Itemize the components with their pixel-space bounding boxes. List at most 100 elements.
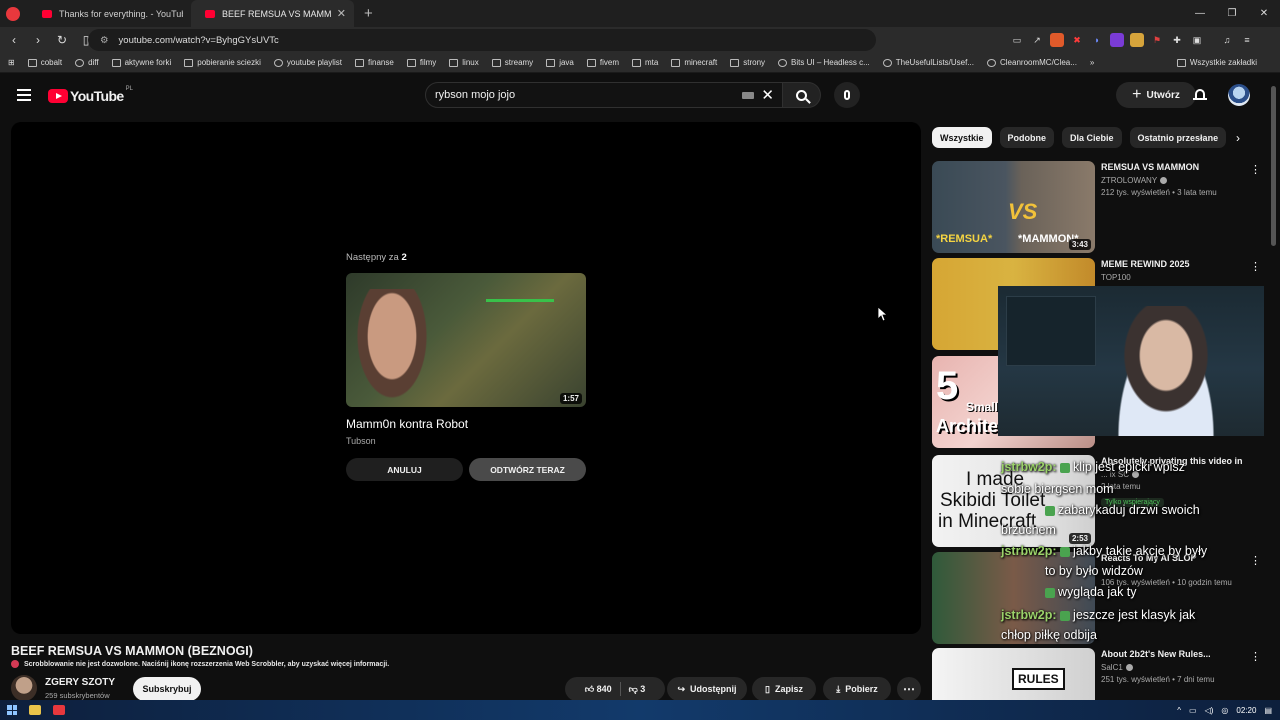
language-icon[interactable]: ◎ — [1221, 706, 1228, 715]
search-input[interactable]: rybson mojo jojo ✕ — [425, 82, 783, 108]
url-bar[interactable]: ⚙ youtube.com/watch?v=ByhgGYsUVTc — [88, 29, 876, 51]
reload-button[interactable]: ↻ — [52, 33, 72, 47]
menu-icon[interactable]: ≡ — [1240, 33, 1254, 47]
chevron-right-icon[interactable]: › — [1236, 131, 1240, 145]
bookmark-folder[interactable]: streamy — [491, 58, 533, 67]
extension-icon[interactable]: ◗ — [1090, 33, 1104, 47]
search-button[interactable] — [783, 82, 821, 108]
chip-all[interactable]: Wszystkie — [932, 127, 992, 148]
chip-recent[interactable]: Ostatnio przesłane — [1129, 127, 1227, 148]
more-options-icon[interactable]: ⋮ — [1250, 260, 1261, 273]
back-button[interactable]: ‹ — [4, 33, 24, 47]
save-button[interactable]: ▯ Zapisz — [752, 677, 816, 701]
folder-icon — [1176, 58, 1186, 67]
more-options-icon[interactable]: ⋮ — [1250, 554, 1261, 567]
bookmark-folder[interactable]: strony — [730, 58, 765, 67]
subscriber-count: 259 subskrybentów — [45, 691, 110, 700]
voice-search-button[interactable] — [834, 82, 860, 108]
extension-icon[interactable] — [1130, 33, 1144, 47]
close-tab-icon[interactable]: ✕ — [337, 7, 346, 20]
volume-icon[interactable]: ◁) — [1205, 706, 1214, 715]
browser-taskbar-icon[interactable] — [53, 705, 65, 715]
extension-icon[interactable] — [1110, 33, 1124, 47]
forward-button[interactable]: › — [28, 33, 48, 47]
close-window-button[interactable]: ✕ — [1248, 0, 1280, 27]
recommendation-thumbnail[interactable]: VS *REMSUA* *MAMMON* 3:43 — [932, 161, 1095, 253]
file-explorer-icon[interactable] — [29, 705, 41, 715]
browser-tab-1[interactable]: Thanks for everything. - YouTube — [28, 0, 191, 27]
video-player[interactable]: Następny za 2 1:57 Mamm0n kontra Robot T… — [11, 122, 921, 634]
like-button[interactable]: 👍︎ 840 — [585, 684, 612, 695]
browser-tab-2[interactable]: BEEF REMSUA VS MAMMON (BE ✕ — [191, 0, 354, 27]
emote-icon — [1045, 587, 1055, 598]
recommendation-item[interactable]: VS *REMSUA* *MAMMON* 3:43 REMSUA VS MAMM… — [932, 161, 1262, 253]
bookmark-item[interactable]: CleanroomMC/Clea... — [987, 58, 1077, 67]
clear-search-icon[interactable]: ✕ — [761, 86, 774, 104]
bookmark-item[interactable]: diff — [75, 58, 99, 67]
hamburger-menu-icon[interactable] — [17, 89, 31, 101]
bookmark-folder[interactable]: linux — [449, 58, 479, 67]
chip-related[interactable]: Podobne — [999, 127, 1055, 148]
extension-icon[interactable]: ✖ — [1070, 33, 1084, 47]
bookmark-folder[interactable]: filmy — [406, 58, 436, 67]
folder-icon — [406, 58, 416, 67]
microphone-icon — [844, 90, 850, 100]
share-button[interactable]: ↪ Udostępnij — [667, 677, 747, 701]
bookmark-item[interactable]: TheUsefulLists/Usef... — [882, 58, 974, 67]
chat-message: jstrbw2p: jakby takie akcje by były — [1001, 544, 1208, 558]
bookmark-item[interactable]: youtube playlist — [273, 58, 342, 67]
scrobbler-icon — [11, 660, 19, 668]
minimize-button[interactable]: — — [1184, 0, 1216, 27]
filter-chips: Wszystkie Podobne Dla Ciebie Ostatnio pr… — [932, 127, 1227, 148]
all-bookmarks[interactable]: Wszystkie zakładki — [1176, 58, 1257, 67]
more-options-icon[interactable]: ⋮ — [1250, 650, 1261, 663]
bookmark-item[interactable]: Bits UI – Headless c... — [778, 58, 870, 67]
channel-name[interactable]: ZGERY SZOTY — [45, 677, 115, 688]
extension-icon[interactable]: ⚑ — [1150, 33, 1164, 47]
user-avatar[interactable] — [1228, 84, 1250, 106]
extensions-puzzle-icon[interactable]: ✚ — [1170, 33, 1184, 47]
sidebar-icon[interactable]: ▣ — [1190, 33, 1204, 47]
bookmark-folder[interactable]: minecraft — [671, 58, 717, 67]
chip-for-you[interactable]: Dla Ciebie — [1062, 127, 1122, 148]
bookmark-item[interactable]: pobieranie sciezki — [184, 58, 261, 67]
up-next-title[interactable]: Mamm0n kontra Robot — [346, 417, 588, 431]
tray-chevron-icon[interactable]: ^ — [1177, 706, 1181, 715]
browser-logo-icon[interactable] — [6, 6, 20, 21]
subscribe-button[interactable]: Subskrybuj — [133, 677, 201, 701]
install-icon[interactable]: ▭ — [1010, 33, 1024, 47]
clock[interactable]: 02:20 — [1236, 706, 1256, 715]
more-actions-icon[interactable]: ⋯ — [897, 677, 921, 701]
video-title: BEEF REMSUA VS MAMMON (BEZNOGI) — [11, 644, 253, 658]
bookmark-folder[interactable]: java — [546, 58, 574, 67]
keyboard-icon[interactable] — [742, 92, 754, 99]
youtube-logo[interactable]: YouTube PL — [48, 86, 133, 104]
notifications-icon[interactable]: ▤ — [1264, 706, 1272, 715]
brave-shield-icon[interactable] — [1050, 33, 1064, 47]
new-tab-button[interactable]: + — [364, 5, 373, 22]
play-now-button[interactable]: ODTWÓRZ TERAZ — [469, 458, 586, 481]
bookmark-folder[interactable]: finanse — [355, 58, 394, 67]
share-page-icon[interactable]: ↗ — [1030, 33, 1044, 47]
more-bookmarks-icon[interactable]: » — [1090, 58, 1094, 67]
more-options-icon[interactable]: ⋮ — [1250, 163, 1261, 176]
restore-button[interactable]: ❐ — [1216, 0, 1248, 27]
youtube-header: YouTube PL rybson mojo jojo ✕ + Utwórz — [0, 74, 1280, 118]
media-icon[interactable]: ♫ — [1220, 33, 1234, 47]
windows-start-icon[interactable] — [7, 705, 17, 715]
page-scrollbar[interactable] — [1271, 86, 1276, 246]
up-next-thumbnail[interactable]: 1:57 — [346, 273, 586, 407]
bookmark-folder[interactable]: fivem — [586, 58, 619, 67]
network-icon[interactable]: ▭ — [1189, 706, 1197, 715]
apps-icon[interactable]: ⊞ — [8, 58, 15, 67]
cancel-button[interactable]: ANULUJ — [346, 458, 463, 481]
dislike-button[interactable]: 👎︎ 3 — [629, 684, 646, 695]
notifications-bell-icon[interactable] — [1193, 88, 1207, 102]
site-info-icon[interactable]: ⚙ — [100, 35, 109, 46]
channel-avatar[interactable] — [11, 675, 37, 701]
bookmark-folder[interactable]: mta — [632, 58, 658, 67]
bookmark-item[interactable]: aktywne forki — [111, 58, 171, 67]
create-button[interactable]: + Utwórz — [1116, 82, 1196, 108]
bookmark-item[interactable]: cobalt — [27, 58, 62, 67]
download-button[interactable]: ⤓ Pobierz — [823, 677, 891, 701]
